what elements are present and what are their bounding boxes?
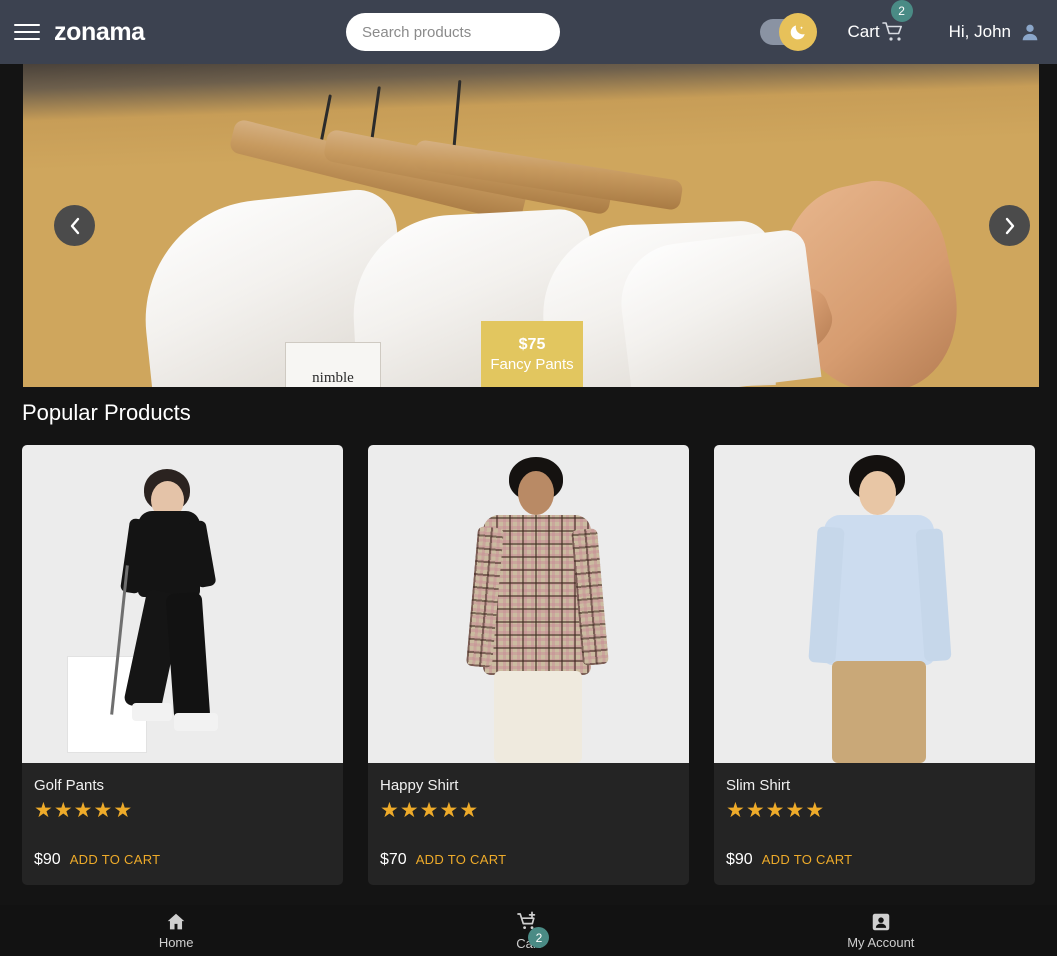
home-icon [167,913,185,930]
product-name: Slim Shirt [726,777,791,794]
hero-title: Fancy Pants [490,355,574,373]
star-icon: ★ [765,799,785,822]
nav-item-home[interactable]: Home [0,905,352,956]
nav-item-cart[interactable]: Cart 2 [352,905,704,956]
add-to-cart-button[interactable]: ADD TO CART [762,852,853,867]
model-trousers [494,671,582,763]
star-icon: ★ [745,799,765,822]
search-bar [346,13,560,51]
product-price: $90 [726,851,753,868]
rating-stars: ★ ★ ★ ★ ★ [34,800,331,821]
star-icon: ★ [53,799,73,822]
model-trousers [832,661,926,763]
cart-link[interactable]: Cart 2 [847,0,913,44]
hero-price: $75 [518,335,546,353]
cart-icon-wrapper: 2 [881,0,913,44]
cart-label: Cart [847,22,880,41]
product-price: $70 [380,851,407,868]
product-image[interactable] [714,445,1035,763]
product-name: Happy Shirt [380,777,459,794]
search-input[interactable] [346,23,560,41]
nav-label-my-account: My Account [847,935,915,950]
star-icon: ★ [399,799,419,822]
product-info: Slim Shirt ★ ★ ★ ★ ★ $90 ADD TO CART [714,763,1035,885]
carousel-prev-button[interactable] [54,205,95,246]
product-name: Golf Pants [34,777,105,794]
model-head [518,471,554,515]
account-link[interactable]: Hi, John [949,21,1041,43]
star-icon: ★ [785,799,805,822]
star-icon: ★ [73,799,93,822]
product-grid: Golf Pants ★ ★ ★ ★ ★ $90 ADD TO CART Hap… [22,445,1035,885]
product-info: Happy Shirt ★ ★ ★ ★ ★ $70 ADD TO CART [368,763,689,885]
product-price: $90 [34,851,61,868]
toggle-knob [778,13,817,51]
account-box-icon [872,913,890,931]
star-icon: ★ [34,799,53,822]
star-icon: ★ [805,799,825,822]
user-avatar-icon [1022,24,1038,41]
shirt-label: nimble [285,342,381,387]
model-shoe [132,703,172,721]
star-icon: ★ [419,799,439,822]
section-title: Popular Products [22,400,191,425]
product-bottom-row: $90 ADD TO CART [726,851,1023,869]
product-info: Golf Pants ★ ★ ★ ★ ★ $90 ADD TO CART [22,763,343,885]
bottom-navigation: Home Cart 2 My Account [0,905,1057,956]
star-icon: ★ [113,799,133,822]
rating-stars: ★ ★ ★ ★ ★ [726,800,1023,821]
shopping-cart-icon [881,22,902,41]
product-bottom-row: $90 ADD TO CART [34,851,331,869]
dark-mode-toggle[interactable] [759,13,817,51]
moon-icon [790,25,805,40]
product-bottom-row: $70 ADD TO CART [380,851,677,869]
add-to-cart-button[interactable]: ADD TO CART [70,852,161,867]
product-card[interactable]: Golf Pants ★ ★ ★ ★ ★ $90 ADD TO CART [22,445,343,885]
product-image[interactable] [368,445,689,763]
nav-cart-badge: 2 [528,927,550,948]
hero-caption: $75 Fancy Pants [481,321,583,387]
product-card[interactable]: Slim Shirt ★ ★ ★ ★ ★ $90 ADD TO CART [714,445,1035,885]
model-head [859,471,896,515]
product-image[interactable] [22,445,343,763]
header-actions: Cart 2 Hi, John [759,0,1042,64]
star-icon: ★ [726,799,745,822]
add-to-cart-button[interactable]: ADD TO CART [416,852,507,867]
star-icon: ★ [439,799,459,822]
rating-stars: ★ ★ ★ ★ ★ [380,800,677,821]
model-shoe [174,713,218,731]
hamburger-line [14,24,40,26]
star-icon: ★ [380,799,399,822]
carousel-next-button[interactable] [989,205,1030,246]
star-icon: ★ [459,799,479,822]
product-card[interactable]: Happy Shirt ★ ★ ★ ★ ★ $70 ADD TO CART [368,445,689,885]
hamburger-line [14,31,40,33]
star-icon: ★ [93,799,113,822]
nav-label-home: Home [158,935,194,950]
model-leg [165,591,211,723]
nav-item-my-account[interactable]: My Account [705,905,1057,956]
hamburger-line [14,38,40,40]
hero-carousel[interactable]: nimble $75 Fancy Pants [23,64,1039,387]
chevron-right-icon [1005,217,1014,234]
user-greeting: Hi, John [948,22,1011,41]
app-header: zonama Cart [0,0,1057,64]
site-logo[interactable]: zonama [54,18,145,47]
chevron-left-icon [70,217,79,234]
cart-badge: 2 [890,0,913,22]
hamburger-menu-icon[interactable] [14,22,40,42]
